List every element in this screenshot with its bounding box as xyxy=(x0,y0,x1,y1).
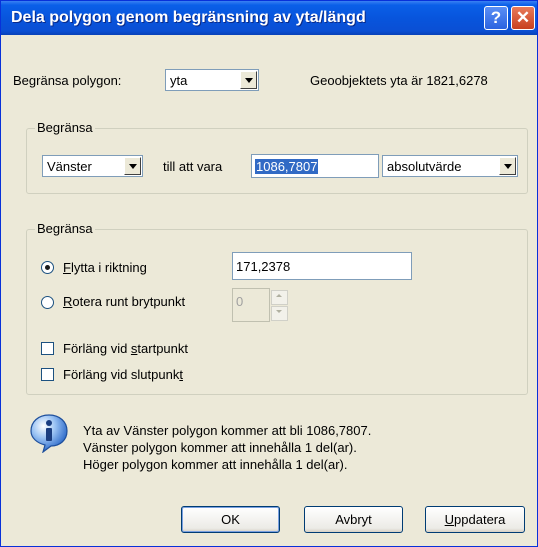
constrain-polygon-label: Begränsa polygon: xyxy=(13,73,122,88)
rotate-vertex-radio[interactable] xyxy=(41,296,54,309)
help-icon: ? xyxy=(490,8,502,27)
move-direction-value: 171,2378 xyxy=(236,259,291,274)
dialog-window: Dela polygon genom begränsning av yta/lä… xyxy=(0,0,538,547)
constrain-type-value: yta xyxy=(170,73,188,88)
side-dropdown[interactable]: Vänster xyxy=(42,155,143,177)
constrain-group-legend: Begränsa xyxy=(35,120,95,135)
ok-button[interactable]: OK xyxy=(181,506,280,533)
constraint-value-text: 1086,7807 xyxy=(255,159,319,174)
cancel-button[interactable]: Avbryt xyxy=(304,506,403,533)
extend-end-checkbox[interactable] xyxy=(41,368,54,381)
spin-up-button[interactable] xyxy=(271,290,288,305)
constrain-type-dropdown[interactable]: yta xyxy=(165,69,259,91)
move-direction-label[interactable]: Flytta i riktning xyxy=(63,260,147,275)
area-info-text: Geoobjektets yta är 1821,6278 xyxy=(310,73,488,88)
mode-dropdown[interactable]: absolutvärde xyxy=(382,155,518,177)
title-bar[interactable]: Dela polygon genom begränsning av yta/lä… xyxy=(1,1,537,35)
extend-end-label[interactable]: Förläng vid slutpunkt xyxy=(63,367,183,382)
info-line-2: Vänster polygon kommer att innehålla 1 d… xyxy=(83,440,357,455)
to-be-label: till att vara xyxy=(163,159,223,174)
side-value: Vänster xyxy=(47,159,92,174)
chevron-down-icon[interactable] xyxy=(499,157,516,175)
window-title: Dela polygon genom begränsning av yta/lä… xyxy=(11,9,366,26)
rotate-vertex-input[interactable]: 0 xyxy=(232,288,270,322)
info-line-3: Höger polygon kommer att innehålla 1 del… xyxy=(83,457,348,472)
mode-value: absolutvärde xyxy=(387,159,462,174)
rotate-vertex-label[interactable]: Rotera runt brytpunkt xyxy=(63,294,185,309)
move-direction-input[interactable]: 171,2378 xyxy=(232,252,412,280)
close-icon: ✕ xyxy=(515,8,531,27)
info-line-1: Yta av Vänster polygon kommer att bli 10… xyxy=(83,423,372,438)
close-button[interactable]: ✕ xyxy=(511,6,535,30)
info-icon xyxy=(30,414,68,453)
extend-start-label[interactable]: Förläng vid startpunkt xyxy=(63,341,188,356)
update-button[interactable]: Uppdatera xyxy=(425,506,525,533)
chevron-down-icon[interactable] xyxy=(240,71,257,89)
move-direction-radio[interactable] xyxy=(41,261,54,274)
help-button[interactable]: ? xyxy=(484,6,508,30)
chevron-down-icon[interactable] xyxy=(124,157,141,175)
extend-start-checkbox[interactable] xyxy=(41,342,54,355)
method-group-legend: Begränsa xyxy=(35,221,95,236)
rotate-vertex-value: 0 xyxy=(236,294,244,309)
constraint-value-input[interactable]: 1086,7807 xyxy=(251,154,379,178)
spin-down-button[interactable] xyxy=(271,306,288,321)
